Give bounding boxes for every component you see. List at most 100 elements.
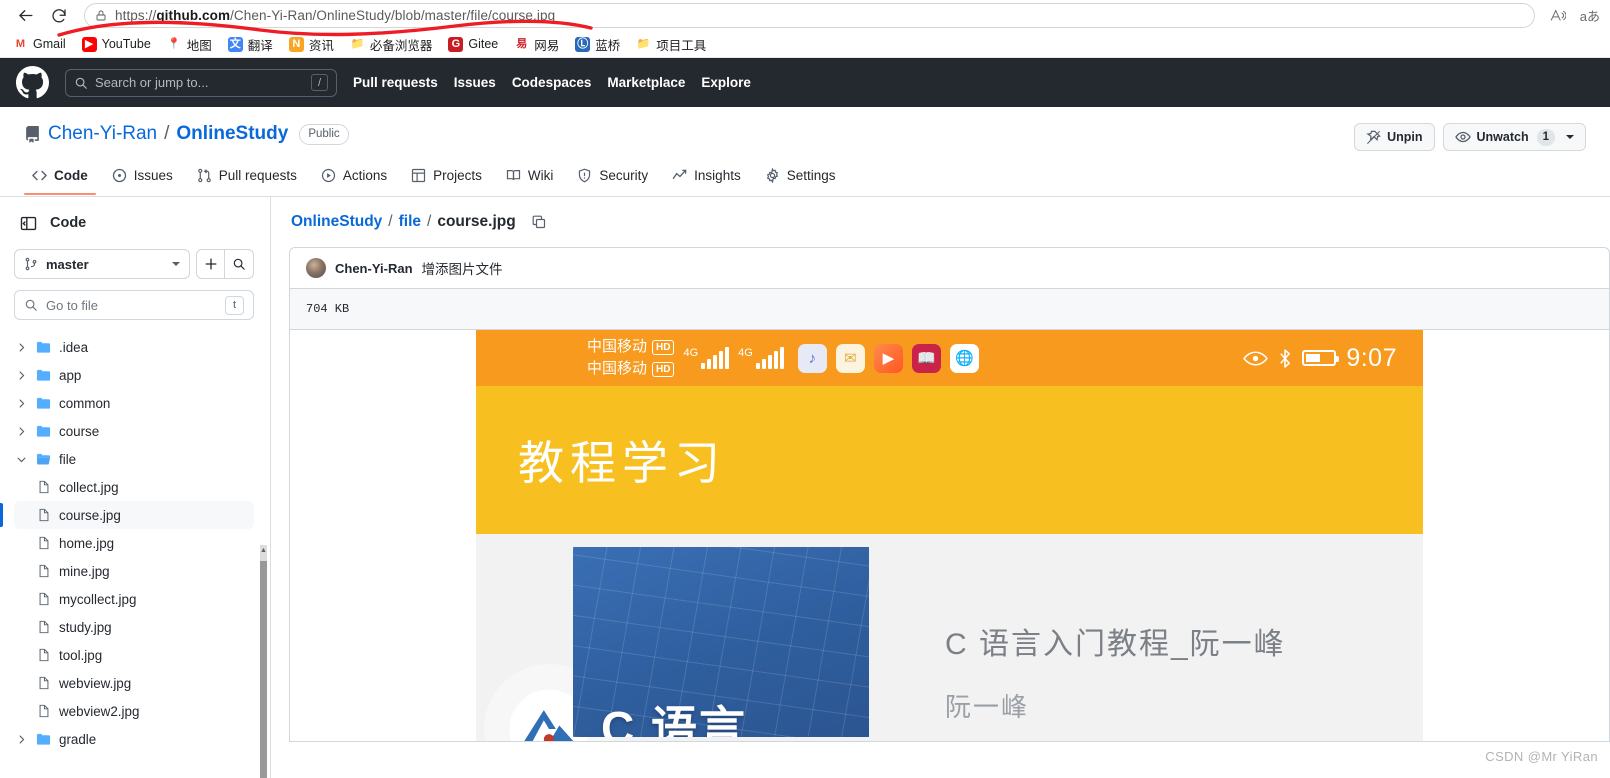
- avatar[interactable]: [306, 258, 326, 278]
- chevron-right-icon[interactable]: [14, 426, 28, 437]
- file-icon: [35, 676, 52, 690]
- search-input[interactable]: Search or jump to... /: [65, 68, 337, 97]
- tree-folder-idea[interactable]: .idea: [14, 333, 254, 361]
- nav-codespaces[interactable]: Codespaces: [512, 75, 592, 90]
- tree-file-webview[interactable]: webview.jpg: [14, 669, 254, 697]
- go-to-file-placeholder: Go to file: [46, 297, 99, 313]
- sidebar-collapse-icon[interactable]: [16, 211, 40, 235]
- chevron-right-icon[interactable]: [14, 398, 28, 409]
- folder-icon: [35, 732, 52, 747]
- search-placeholder: Search or jump to...: [95, 75, 209, 90]
- tree-folder-course[interactable]: course: [14, 417, 254, 445]
- chevron-right-icon[interactable]: [14, 342, 28, 353]
- tree-item-label: .idea: [59, 339, 89, 355]
- tab-code[interactable]: Code: [24, 168, 96, 195]
- bookmark-item[interactable]: 📁 必备浏览器: [343, 33, 440, 56]
- repo-name-link[interactable]: OnlineStudy: [176, 123, 288, 145]
- mail-icon: ✉: [835, 343, 865, 373]
- copy-icon[interactable]: [531, 214, 547, 230]
- nav-explore[interactable]: Explore: [701, 75, 751, 90]
- tab-wiki[interactable]: Wiki: [498, 168, 562, 194]
- tab-security[interactable]: Security: [569, 168, 656, 194]
- bookmark-item[interactable]: 文翻译: [221, 33, 280, 56]
- go-to-file-input[interactable]: Go to file t: [14, 290, 254, 320]
- commit-message[interactable]: 增添图片文件: [422, 258, 503, 278]
- breadcrumb-repo-link[interactable]: OnlineStudy: [291, 213, 382, 231]
- repo-owner-link[interactable]: Chen-Yi-Ran: [48, 123, 157, 145]
- tree-file-home[interactable]: home.jpg: [14, 529, 254, 557]
- signal-bars-icon: [701, 347, 730, 369]
- tree-item-label: course.jpg: [59, 507, 121, 523]
- breadcrumb-folder-link[interactable]: file: [399, 213, 421, 231]
- tree-file-mine[interactable]: mine.jpg: [14, 557, 254, 585]
- add-file-button[interactable]: [196, 249, 225, 279]
- tree-file-mycollect[interactable]: mycollect.jpg: [14, 585, 254, 613]
- address-bar[interactable]: https://github.com/Chen-Yi-Ran/OnlineStu…: [84, 3, 1535, 28]
- reload-button[interactable]: [44, 3, 74, 29]
- tree-file-webview2[interactable]: webview2.jpg: [14, 697, 254, 725]
- file-icon: [35, 564, 52, 578]
- bookmark-item[interactable]: ▶ YouTube: [75, 35, 158, 54]
- bookmark-item[interactable]: Ⓛ 蓝桥: [568, 33, 627, 56]
- chevron-right-icon[interactable]: [14, 734, 28, 745]
- network-type-2: 4G: [738, 347, 753, 359]
- tree-item-label: webview2.jpg: [59, 703, 140, 719]
- commit-author[interactable]: Chen-Yi-Ran: [335, 261, 413, 276]
- tree-folder-file[interactable]: file: [14, 445, 254, 473]
- bookmark-item[interactable]: N 资讯: [282, 33, 341, 56]
- unpin-button[interactable]: Unpin: [1354, 123, 1435, 151]
- bookmark-item[interactable]: 📍 地图: [160, 33, 219, 56]
- news-icon: N: [288, 36, 304, 52]
- tab-projects[interactable]: Projects: [403, 168, 490, 194]
- signal-bars-icon: [755, 347, 784, 369]
- nav-issues[interactable]: Issues: [454, 75, 496, 90]
- folder-icon: [35, 396, 52, 411]
- tab-settings[interactable]: Settings: [757, 167, 844, 194]
- sidebar-scrollbar[interactable]: ▲: [260, 545, 267, 778]
- read-aloud-icon[interactable]: [1549, 7, 1566, 24]
- chevron-down-icon[interactable]: [14, 454, 28, 465]
- translate-bookmark-icon: 文: [227, 36, 243, 52]
- tree-file-study[interactable]: study.jpg: [14, 613, 254, 641]
- signal-indicator-1: 4G: [683, 347, 730, 369]
- scrollbar-thumb[interactable]: [260, 561, 267, 778]
- nav-marketplace[interactable]: Marketplace: [607, 75, 685, 90]
- bookmark-item[interactable]: M Gmail: [6, 35, 73, 54]
- play-icon: ▶: [873, 343, 903, 373]
- bookmark-item[interactable]: 📁 项目工具: [629, 33, 713, 56]
- file-icon: [35, 592, 52, 606]
- course-title: C 语言入门教程_阮一峰: [945, 628, 1286, 661]
- bookmark-label: 网易: [534, 38, 560, 53]
- back-button[interactable]: [10, 3, 40, 29]
- tab-insights[interactable]: Insights: [664, 168, 749, 194]
- branch-name: master: [46, 256, 89, 272]
- git-branch-icon: [24, 257, 38, 271]
- netease-icon: 易: [516, 37, 528, 50]
- tree-file-tool[interactable]: tool.jpg: [14, 641, 254, 669]
- tree-folder-gradle[interactable]: gradle: [14, 725, 254, 753]
- translate-icon[interactable]: aあ: [1580, 6, 1600, 25]
- tab-issues[interactable]: Issues: [104, 168, 181, 194]
- nav-pull-requests[interactable]: Pull requests: [353, 75, 438, 90]
- tree-folder-common[interactable]: common: [14, 389, 254, 417]
- tree-file-collect[interactable]: collect.jpg: [14, 473, 254, 501]
- bookmark-item[interactable]: 易网易: [507, 33, 566, 56]
- bookmark-item[interactable]: G Gitee: [441, 35, 505, 54]
- sidebar-icon-buttons: [196, 249, 254, 279]
- chevron-right-icon[interactable]: [14, 370, 28, 381]
- branch-selector[interactable]: master: [14, 249, 190, 279]
- breadcrumb-current-file: course.jpg: [437, 213, 516, 230]
- scrollbar-up-arrow[interactable]: ▲: [260, 545, 267, 556]
- sidebar-search-button[interactable]: [225, 249, 254, 279]
- latest-commit-bar: Chen-Yi-Ran 增添图片文件: [289, 247, 1610, 289]
- tree-folder-app[interactable]: app: [14, 361, 254, 389]
- tab-pull-requests[interactable]: Pull requests: [189, 168, 305, 194]
- unwatch-button[interactable]: Unwatch 1: [1442, 123, 1586, 151]
- github-mark-icon[interactable]: [16, 66, 49, 99]
- chevron-down-icon[interactable]: [1566, 135, 1574, 139]
- file-tree-sidebar: Code master Go to file t .idea app commo…: [0, 197, 271, 778]
- bluetooth-icon: [1278, 348, 1292, 369]
- tab-actions[interactable]: Actions: [313, 168, 395, 194]
- tree-file-course[interactable]: course.jpg: [0, 501, 254, 529]
- github-header: Search or jump to... / Pull requests Iss…: [0, 58, 1610, 107]
